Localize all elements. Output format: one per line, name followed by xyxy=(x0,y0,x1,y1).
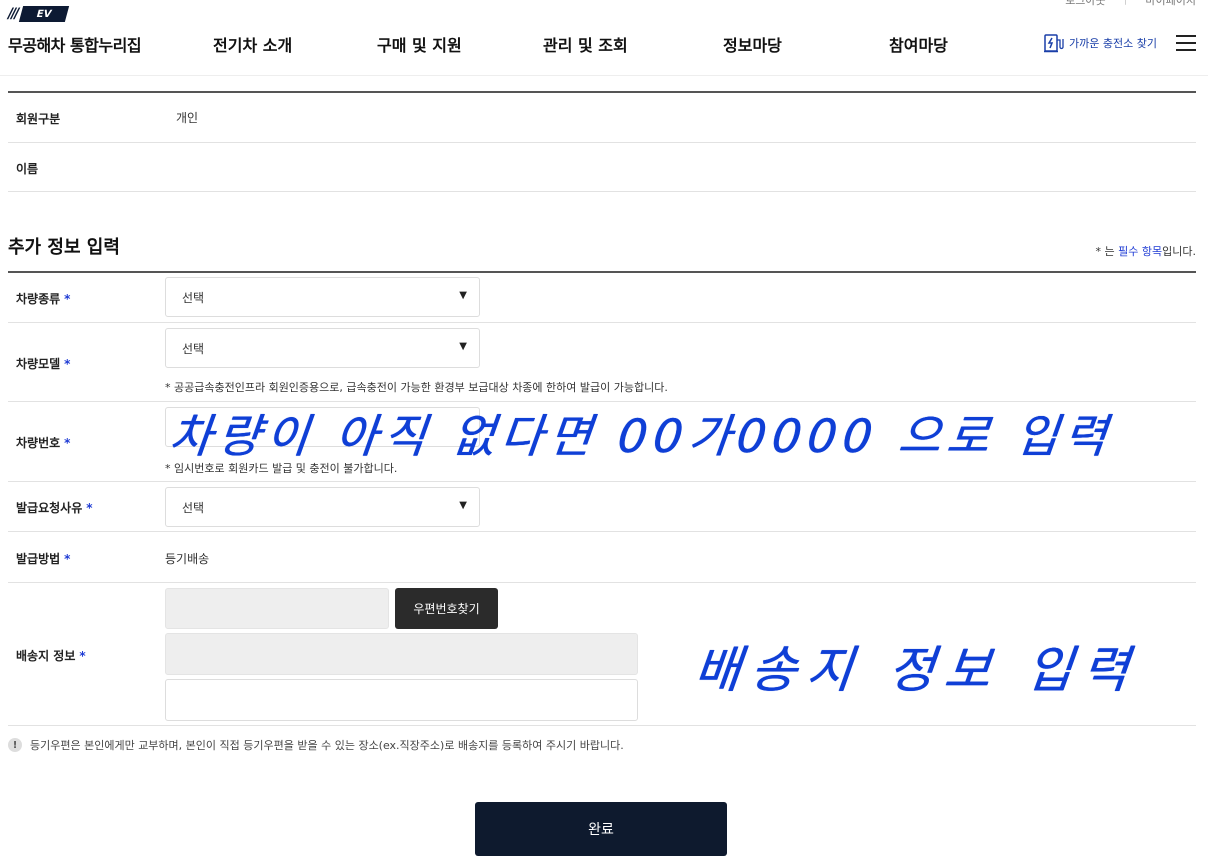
member-type-value: 개인 xyxy=(176,111,199,125)
dropdown-arrow-icon: ▼ xyxy=(459,290,467,301)
logo-slash-mark: /// xyxy=(8,6,19,22)
issue-method-label-text: 발급방법 xyxy=(16,552,61,566)
required-mark: * xyxy=(64,552,71,566)
vehicle-model-hint: * 공공급속충전인프라 회원인증용으로, 급속충전이 가능한 환경부 보급대상 … xyxy=(165,381,668,394)
required-mark: * xyxy=(64,292,71,306)
shipping-label-text: 배송지 정보 xyxy=(16,649,76,663)
vehicle-type-label: 차량종류 * xyxy=(16,290,70,307)
util-divider: | xyxy=(1124,0,1128,8)
charger-link-label: 가까운 충전소 찾기 xyxy=(1069,37,1157,50)
vehicle-type-selected: 선택 xyxy=(182,290,205,305)
registered-mail-notice: ! 등기우편은 본인에게만 교부하며, 본인이 직접 등기우편을 받을 수 있는… xyxy=(8,737,624,753)
dropdown-arrow-icon: ▼ xyxy=(459,500,467,511)
nearby-charger-link[interactable]: 가까운 충전소 찾기 xyxy=(1043,32,1157,54)
site-logo[interactable]: /// EV xyxy=(8,6,70,22)
nav-info[interactable]: 정보마당 xyxy=(723,32,782,56)
vehicle-model-label: 차량모델 * xyxy=(16,355,70,372)
hamburger-line xyxy=(1176,35,1196,37)
exclamation-icon: ! xyxy=(8,738,22,752)
required-mark: * xyxy=(64,357,71,371)
handwritten-shipping-note: 배송지 정보 입력 xyxy=(691,641,1142,699)
nav-ev-intro[interactable]: 전기차 소개 xyxy=(213,32,292,56)
hamburger-line xyxy=(1176,49,1196,51)
address-detail-input[interactable] xyxy=(165,679,638,721)
vehicle-number-label: 차량번호 * xyxy=(16,434,70,451)
main-nav: 전기차 소개 구매 및 지원 관리 및 조회 정보마당 참여마당 xyxy=(0,32,1208,56)
required-note-suffix: 입니다. xyxy=(1162,245,1196,258)
hamburger-line xyxy=(1176,42,1196,44)
required-note-highlight: 필수 항목 xyxy=(1118,245,1163,258)
issue-reason-select[interactable]: 선택 ▼ xyxy=(165,487,480,527)
issue-method-label: 발급방법 * xyxy=(16,550,70,567)
handwritten-vehicle-number-note: 차량이 아직 없다면 00가0000 으로 입력 xyxy=(166,409,1116,463)
member-type-row: 회원구분 개인 xyxy=(8,93,1196,143)
menu-hamburger-icon[interactable] xyxy=(1176,35,1196,51)
required-note: * 는 필수 항목입니다. xyxy=(1096,243,1196,259)
mypage-link[interactable]: 마이페이지 xyxy=(1145,0,1196,8)
member-name-label: 이름 xyxy=(16,162,39,176)
charging-station-icon xyxy=(1044,34,1064,53)
member-name-row: 이름 xyxy=(8,143,1196,192)
vehicle-model-label-text: 차량모델 xyxy=(16,357,61,371)
issue-method-row: 발급방법 * 등기배송 xyxy=(8,532,1196,583)
shipping-label: 배송지 정보 * xyxy=(16,647,86,664)
issue-reason-label-text: 발급요청사유 xyxy=(16,501,83,515)
nav-management[interactable]: 관리 및 조회 xyxy=(543,32,628,56)
logout-link[interactable]: 로그아웃 xyxy=(1065,0,1105,8)
vehicle-model-selected: 선택 xyxy=(182,341,205,356)
required-mark: * xyxy=(86,501,93,515)
dropdown-arrow-icon: ▼ xyxy=(459,341,467,352)
required-mark: * xyxy=(64,436,71,450)
nav-participation[interactable]: 참여마당 xyxy=(889,32,948,56)
issue-method-value: 등기배송 xyxy=(165,552,210,566)
vehicle-type-select[interactable]: 선택 ▼ xyxy=(165,277,480,317)
notice-text: 등기우편은 본인에게만 교부하며, 본인이 직접 등기우편을 받을 수 있는 장… xyxy=(30,739,624,752)
section-title: 추가 정보 입력 xyxy=(8,237,120,258)
issue-reason-selected: 선택 xyxy=(182,500,205,515)
utility-links: 로그아웃 | 마이페이지 xyxy=(1065,0,1196,8)
vehicle-number-label-text: 차량번호 xyxy=(16,436,61,450)
site-header: 로그아웃 | 마이페이지 /// EV 무공해차 통합누리집 전기차 소개 구매… xyxy=(0,0,1208,76)
required-mark: * xyxy=(79,649,86,663)
logo-ev-badge: EV xyxy=(19,6,70,22)
zipcode-input[interactable] xyxy=(165,588,389,629)
required-note-prefix: * 는 xyxy=(1095,245,1119,258)
member-type-label: 회원구분 xyxy=(16,112,61,126)
vehicle-model-select[interactable]: 선택 ▼ xyxy=(165,328,480,368)
complete-button[interactable]: 완료 xyxy=(475,802,727,856)
zipcode-search-button[interactable]: 우편번호찾기 xyxy=(395,588,498,629)
issue-reason-label: 발급요청사유 * xyxy=(16,499,93,516)
vehicle-type-label-text: 차량종류 xyxy=(16,292,61,306)
nav-purchase-support[interactable]: 구매 및 지원 xyxy=(377,32,462,56)
address-input[interactable] xyxy=(165,633,638,675)
